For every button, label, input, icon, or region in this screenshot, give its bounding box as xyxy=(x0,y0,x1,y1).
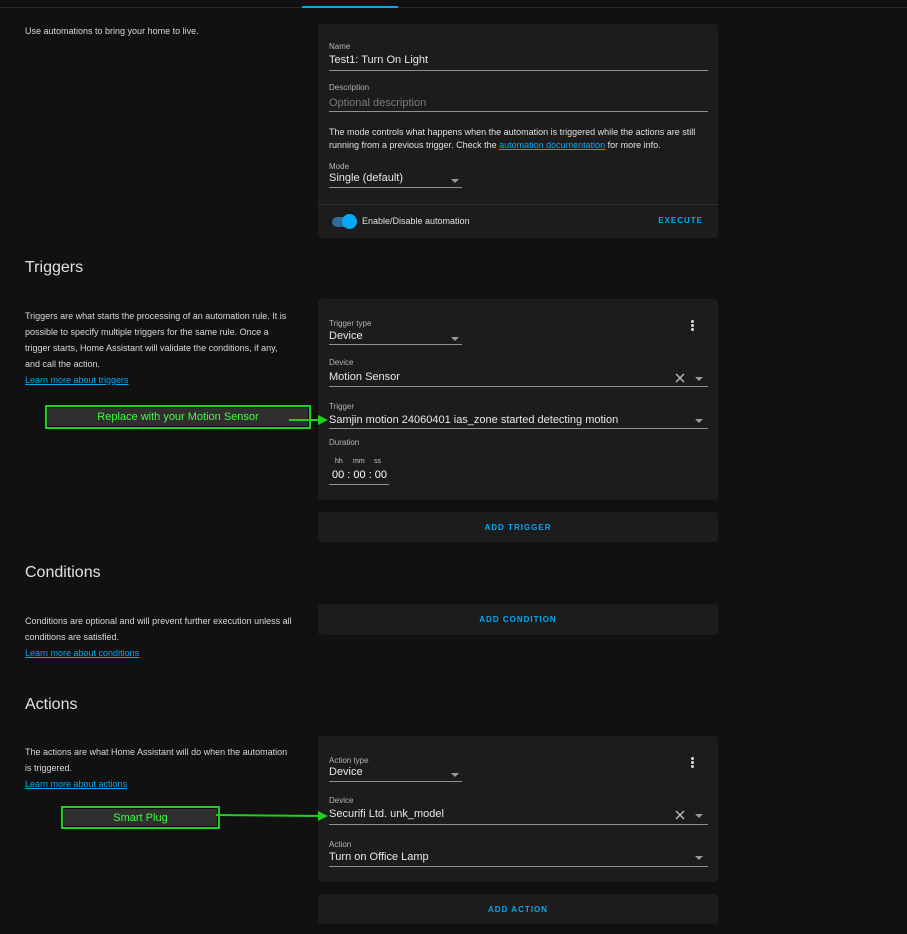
annotation-arrows xyxy=(215,415,328,821)
motion-sensor-arrow-icon xyxy=(289,415,328,425)
smart-plug-arrow-icon xyxy=(215,811,328,821)
